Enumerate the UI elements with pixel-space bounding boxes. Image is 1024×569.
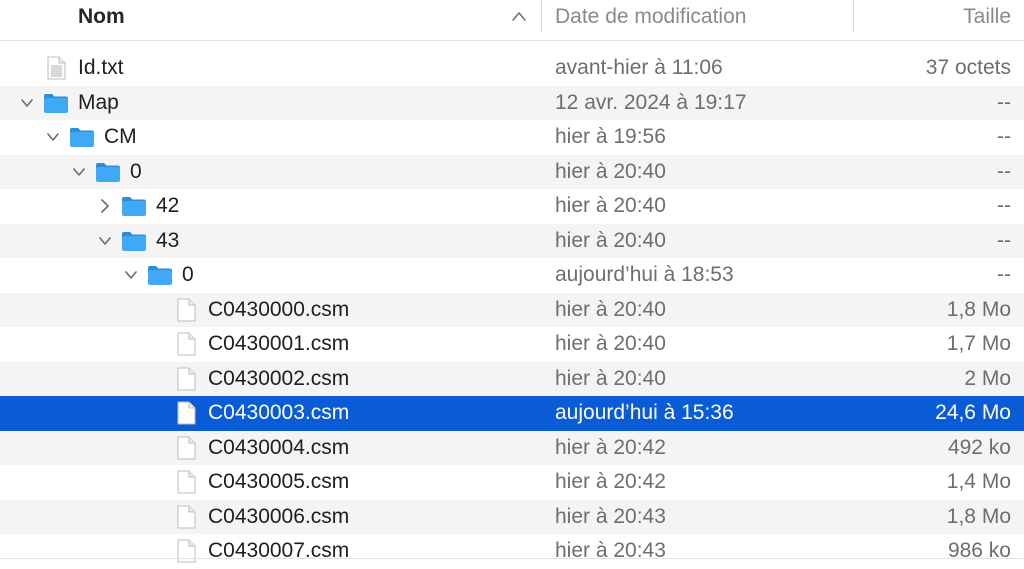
folder-icon xyxy=(148,266,172,285)
folder-icon xyxy=(122,231,146,251)
text-document-icon xyxy=(47,56,66,80)
file-size: -- xyxy=(997,90,1011,114)
document-icon xyxy=(177,332,196,356)
file-row[interactable]: 42 hier à 20:40 -- xyxy=(0,189,1024,224)
modification-date: hier à 20:42 xyxy=(555,435,666,459)
file-size: 1,8 Mo xyxy=(946,504,1011,528)
chevron-down-icon[interactable] xyxy=(20,95,34,111)
modification-date: hier à 20:40 xyxy=(555,159,666,183)
file-name: C0430001.csm xyxy=(208,332,350,355)
document-icon xyxy=(177,298,196,321)
chevron-right-icon[interactable] xyxy=(98,198,112,214)
file-list: Id.txt avant-hier à 11:06 37 octets Map 12 a… xyxy=(0,51,1024,569)
file-name: C0430003.csm xyxy=(208,401,350,424)
file-row[interactable]: C0430001.csm hier à 20:40 1,7 Mo xyxy=(0,327,1024,362)
file-size: 1,7 Mo xyxy=(946,332,1011,355)
file-name: C0430007.csm xyxy=(208,539,350,562)
document-icon xyxy=(177,367,196,390)
modification-date: aujourd’hui à 15:36 xyxy=(555,401,734,424)
file-name: 0 xyxy=(182,263,194,286)
file-size: -- xyxy=(997,263,1011,286)
chevron-down-icon[interactable] xyxy=(72,164,86,180)
document-icon xyxy=(177,505,196,528)
file-row[interactable]: C0430004.csm hier à 20:42 492 ko xyxy=(0,430,1024,465)
modification-date: avant-hier à 11:06 xyxy=(555,56,723,79)
file-row[interactable]: C0430006.csm hier à 20:43 1,8 Mo xyxy=(0,499,1024,534)
file-name: Map xyxy=(78,90,119,114)
modification-date: hier à 19:56 xyxy=(555,125,666,148)
file-row[interactable]: 0 aujourd’hui à 18:53 -- xyxy=(0,258,1024,293)
file-row[interactable]: C0430000.csm hier à 20:40 1,8 Mo xyxy=(0,292,1024,327)
column-separator[interactable] xyxy=(853,0,854,32)
column-header-date[interactable]: Date de modification xyxy=(555,0,746,35)
file-size: -- xyxy=(997,125,1011,148)
document-icon xyxy=(177,401,196,425)
file-name: Id.txt xyxy=(78,56,124,79)
file-name: 0 xyxy=(130,159,142,183)
file-row[interactable]: 0 hier à 20:40 -- xyxy=(0,154,1024,189)
document-icon xyxy=(177,436,196,459)
modification-date: hier à 20:43 xyxy=(555,504,666,528)
file-size: 1,8 Mo xyxy=(946,297,1011,321)
file-name: CM xyxy=(104,125,137,148)
file-name: 43 xyxy=(156,228,180,252)
file-size: 1,4 Mo xyxy=(946,470,1011,493)
modification-date: hier à 20:43 xyxy=(555,539,666,562)
modification-date: hier à 20:40 xyxy=(555,366,666,390)
column-header-name[interactable]: Nom xyxy=(78,0,125,35)
folder-icon xyxy=(96,162,120,182)
modification-date: hier à 20:42 xyxy=(555,470,666,493)
modification-date: 12 avr. 2024 à 19:17 xyxy=(555,90,747,114)
file-size: -- xyxy=(997,228,1011,252)
modification-date: hier à 20:40 xyxy=(555,332,666,355)
file-row[interactable]: C0430003.csm aujourd’hui à 15:36 24,6 Mo xyxy=(0,396,1024,431)
file-name: C0430004.csm xyxy=(208,435,350,459)
file-size: 492 ko xyxy=(947,435,1011,459)
file-size: -- xyxy=(997,194,1011,217)
file-size: 37 octets xyxy=(925,56,1011,79)
file-row[interactable]: C0430002.csm hier à 20:40 2 Mo xyxy=(0,361,1024,396)
file-row[interactable]: C0430007.csm hier à 20:43 986 ko xyxy=(0,534,1024,569)
list-bottom-border xyxy=(0,558,1024,559)
file-name: C0430006.csm xyxy=(208,504,350,528)
column-separator[interactable] xyxy=(541,0,542,32)
folder-icon xyxy=(122,197,146,216)
file-name: 42 xyxy=(156,194,180,217)
file-size: 986 ko xyxy=(947,539,1011,562)
column-header: Nom Date de modification Taille xyxy=(0,0,1024,41)
file-size: -- xyxy=(997,159,1011,183)
chevron-down-icon[interactable] xyxy=(124,267,138,283)
modification-date: aujourd’hui à 18:53 xyxy=(555,263,734,286)
file-size: 2 Mo xyxy=(964,366,1011,390)
file-row[interactable]: C0430005.csm hier à 20:42 1,4 Mo xyxy=(0,465,1024,500)
modification-date: hier à 20:40 xyxy=(555,297,666,321)
chevron-down-icon[interactable] xyxy=(46,129,60,145)
file-name: C0430000.csm xyxy=(208,297,350,321)
file-name: C0430002.csm xyxy=(208,366,350,390)
modification-date: hier à 20:40 xyxy=(555,194,666,217)
document-icon xyxy=(177,539,196,563)
file-row[interactable]: Map 12 avr. 2024 à 19:17 -- xyxy=(0,85,1024,120)
column-header-size[interactable]: Taille xyxy=(867,0,1011,35)
file-name: C0430005.csm xyxy=(208,470,350,493)
chevron-down-icon[interactable] xyxy=(98,233,112,249)
file-row[interactable]: Id.txt avant-hier à 11:06 37 octets xyxy=(0,51,1024,86)
file-row[interactable]: CM hier à 19:56 -- xyxy=(0,120,1024,155)
file-size: 24,6 Mo xyxy=(935,401,1011,424)
file-row[interactable]: 43 hier à 20:40 -- xyxy=(0,223,1024,258)
modification-date: hier à 20:40 xyxy=(555,228,666,252)
folder-icon xyxy=(44,93,68,113)
document-icon xyxy=(177,470,196,494)
chevron-up-icon[interactable] xyxy=(511,9,527,23)
folder-icon xyxy=(70,128,94,147)
